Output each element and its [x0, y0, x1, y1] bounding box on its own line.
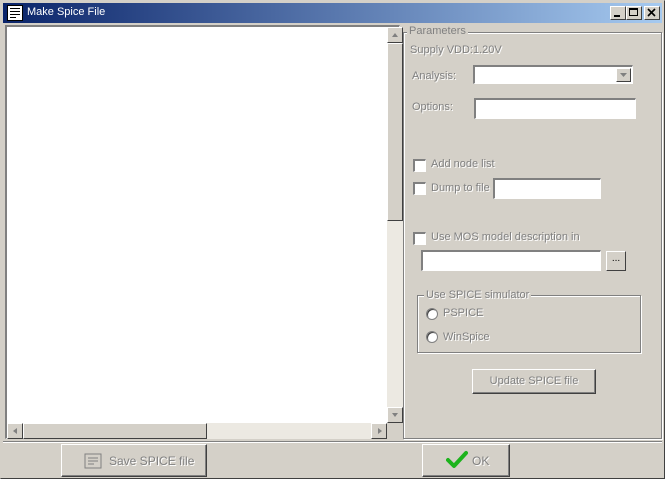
- spice-simulator-group-label: Use SPICE simulator: [424, 289, 532, 301]
- close-button[interactable]: [644, 6, 660, 20]
- make-spice-file-window: Make Spice File Parameters Supply VDD:1.…: [0, 0, 665, 479]
- scroll-right-button[interactable]: [371, 423, 387, 439]
- maximize-icon: [629, 8, 638, 16]
- parameters-group-label: Parameters: [407, 25, 468, 37]
- scroll-corner: [387, 423, 403, 439]
- add-node-list-label: Add node list: [431, 158, 495, 170]
- ok-button[interactable]: OK: [422, 444, 510, 477]
- supply-vdd-label: Supply VDD:1.20V: [410, 44, 502, 56]
- spice-file-icon: [7, 5, 23, 21]
- options-input[interactable]: [474, 98, 636, 119]
- footer-separator: [3, 441, 662, 443]
- vertical-scroll-thumb[interactable]: [387, 43, 403, 221]
- winspice-radio[interactable]: [426, 331, 438, 343]
- browse-button-label: ...: [611, 253, 621, 264]
- horizontal-scrollbar[interactable]: [7, 423, 387, 439]
- minimize-icon: [614, 15, 620, 17]
- save-file-icon: [84, 453, 102, 469]
- update-spice-file-label: Update SPICE file: [489, 375, 579, 387]
- horizontal-scroll-thumb[interactable]: [23, 423, 207, 439]
- scroll-down-button[interactable]: [387, 407, 403, 423]
- dump-to-file-label: Dump to file: [431, 182, 490, 194]
- arrow-up-icon: [392, 33, 398, 37]
- spice-simulator-group: [417, 295, 641, 353]
- use-mos-model-checkbox[interactable]: [413, 232, 426, 245]
- browse-button[interactable]: ...: [606, 251, 626, 271]
- checkmark-icon: [446, 451, 468, 468]
- maximize-button[interactable]: [626, 6, 642, 20]
- analysis-select[interactable]: [473, 65, 633, 84]
- pspice-label: PSPICE: [443, 307, 484, 319]
- options-label: Options:: [412, 101, 453, 113]
- model-path-input[interactable]: [421, 250, 601, 271]
- pspice-radio[interactable]: [426, 308, 438, 320]
- arrow-down-icon: [392, 413, 398, 417]
- spice-text-area[interactable]: [5, 25, 403, 439]
- update-spice-file-button[interactable]: Update SPICE file: [472, 369, 596, 394]
- dump-file-input[interactable]: [493, 178, 601, 199]
- close-icon: [647, 8, 656, 17]
- minimize-button[interactable]: [610, 6, 626, 20]
- save-spice-file-label: Save SPICE file: [109, 454, 195, 468]
- scroll-up-button[interactable]: [387, 27, 403, 43]
- chevron-down-icon: [620, 73, 627, 77]
- analysis-label: Analysis:: [412, 70, 457, 82]
- title-bar[interactable]: Make Spice File: [3, 3, 662, 23]
- window-title: Make Spice File: [27, 6, 106, 18]
- scroll-left-button[interactable]: [7, 423, 23, 439]
- arrow-left-icon: [13, 428, 17, 434]
- save-spice-file-button[interactable]: Save SPICE file: [61, 444, 207, 477]
- winspice-label: WinSpice: [443, 331, 490, 343]
- ok-label: OK: [472, 454, 490, 468]
- use-mos-model-label: Use MOS model description in: [431, 231, 580, 243]
- vertical-scrollbar[interactable]: [387, 27, 403, 423]
- add-node-list-checkbox[interactable]: [413, 159, 426, 172]
- analysis-dropdown-button[interactable]: [616, 68, 631, 82]
- arrow-right-icon: [378, 428, 382, 434]
- dump-to-file-checkbox[interactable]: [413, 182, 426, 195]
